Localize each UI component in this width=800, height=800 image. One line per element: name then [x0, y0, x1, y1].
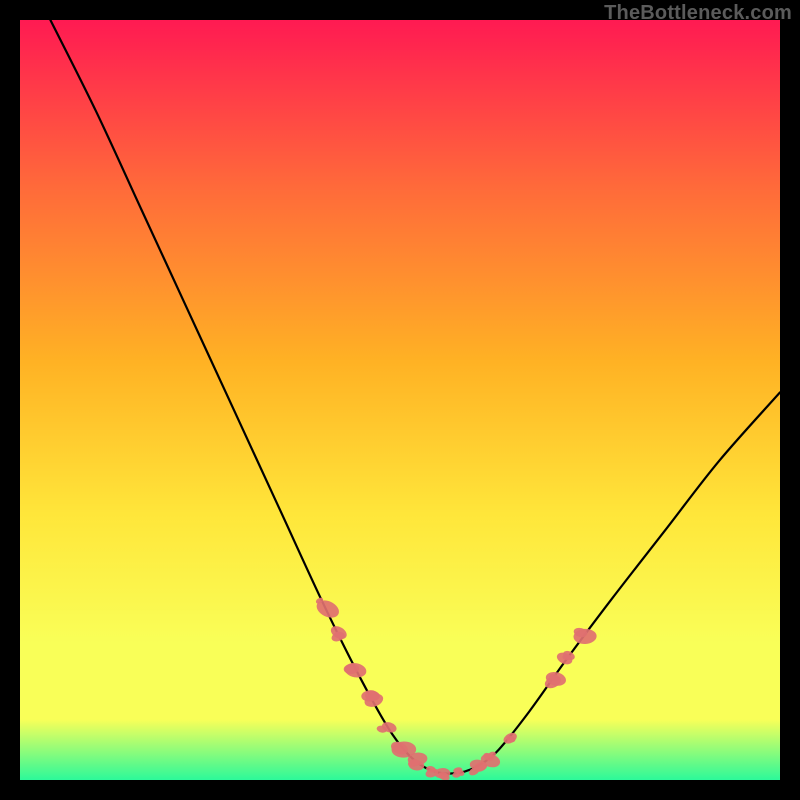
chart-frame: TheBottleneck.com: [0, 0, 800, 800]
plot-area: [20, 20, 780, 780]
watermark-text: TheBottleneck.com: [604, 2, 792, 25]
gradient-background: [20, 20, 780, 780]
chart-svg: [20, 20, 780, 780]
